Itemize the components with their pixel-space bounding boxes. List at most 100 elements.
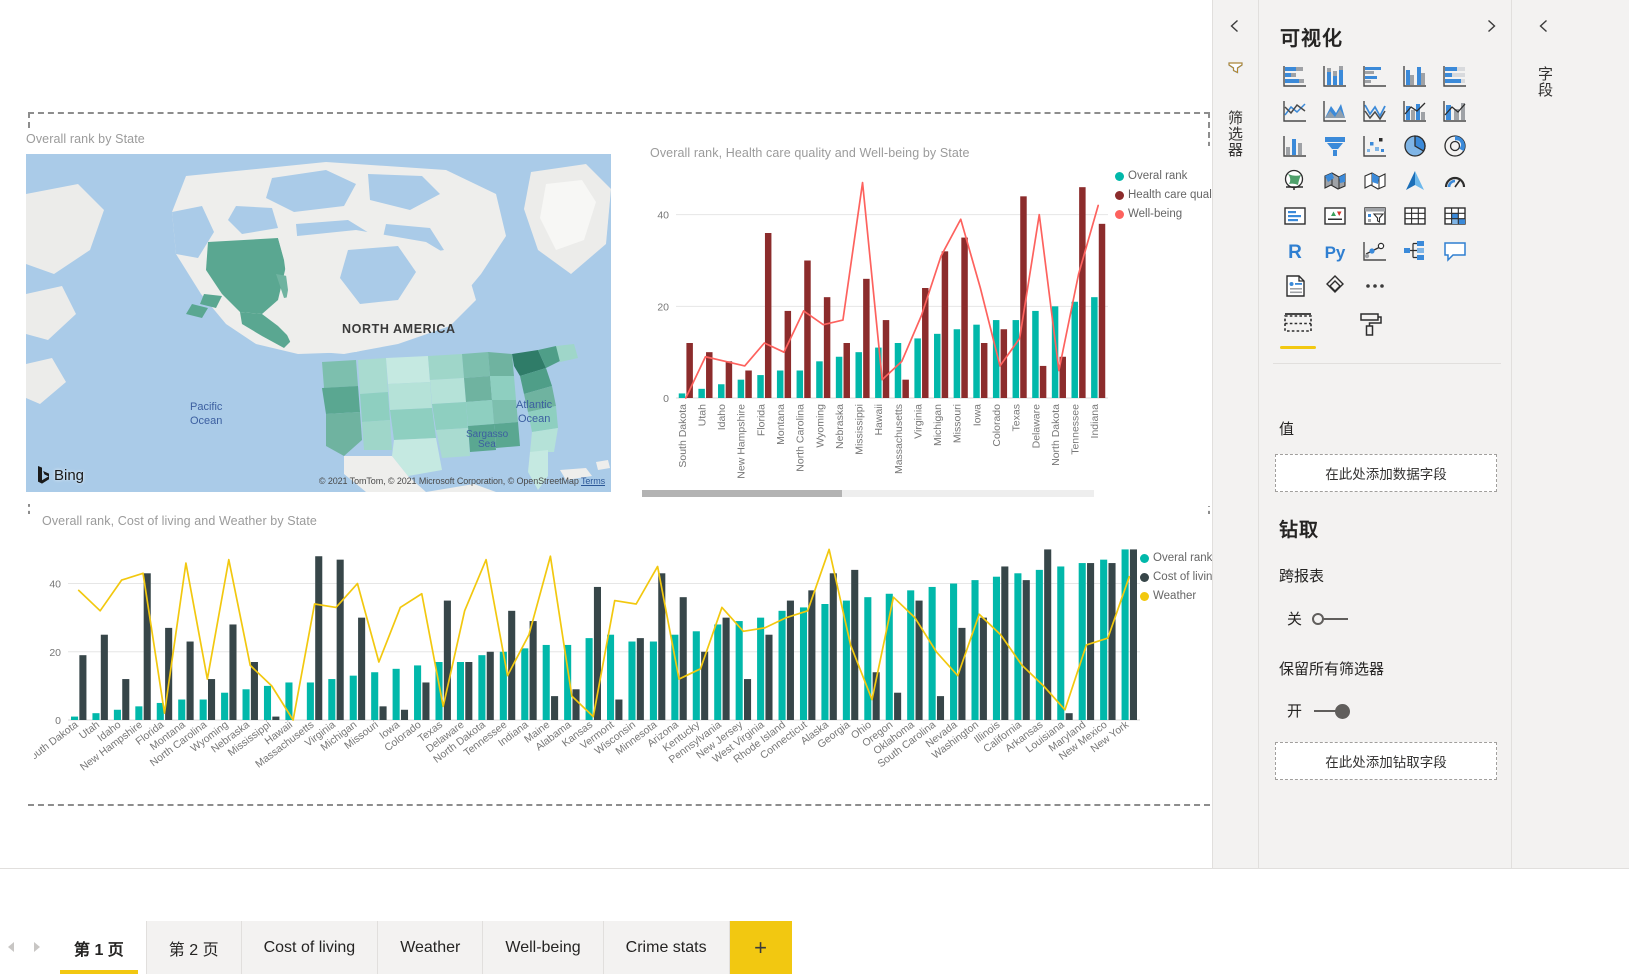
bar	[693, 631, 700, 720]
donut-chart-icon[interactable]	[1441, 132, 1469, 160]
scatter-chart-icon[interactable]	[1361, 132, 1389, 160]
card-icon[interactable]	[1281, 202, 1309, 230]
treemap-icon[interactable]	[1281, 167, 1309, 195]
decomposition-tree-icon[interactable]	[1401, 237, 1429, 265]
viz-pane-tabs[interactable]	[1277, 305, 1391, 345]
powerbi-window: Overall rank by State	[0, 0, 1629, 973]
line-stacked-column-icon[interactable]	[1441, 97, 1469, 125]
drillthrough-dropzone[interactable]: 在此处添加钻取字段	[1275, 742, 1497, 780]
map-visual[interactable]: Overall rank by State	[14, 132, 612, 504]
combo-chart-bottom-plot[interactable]: 02040South DakotaUtahIdahoNew HampshireF…	[34, 532, 1144, 788]
bar	[980, 618, 987, 720]
hundred-percent-stacked-bar-icon[interactable]	[1441, 62, 1469, 90]
funnel-chart-icon[interactable]	[1321, 132, 1349, 160]
legend-item[interactable]: Weather	[1140, 590, 1212, 602]
clustered-column-chart-icon[interactable]	[1401, 62, 1429, 90]
svg-text:Sea: Sea	[478, 439, 496, 450]
bar	[808, 590, 815, 720]
legend-label: Overal rank	[1153, 552, 1212, 564]
page-tab[interactable]: Well-being	[483, 921, 603, 974]
keep-all-filters-toggle[interactable]: 开	[1287, 700, 1350, 721]
key-influencers-icon[interactable]	[1361, 237, 1389, 265]
axis-tick-label: South Dakota	[677, 404, 689, 468]
page-tab[interactable]: 第 2 页	[147, 921, 242, 974]
funnel-icon[interactable]	[1227, 60, 1244, 81]
gauge-chart-icon[interactable]	[1441, 167, 1469, 195]
power-apps-icon[interactable]	[1321, 272, 1349, 300]
combo-chart-top-plot[interactable]: 02040South DakotaUtahIdahoNew HampshireF…	[642, 164, 1112, 494]
bar	[718, 384, 724, 398]
legend-item[interactable]: Overal rank	[1140, 552, 1212, 564]
cross-report-toggle[interactable]: 关	[1287, 608, 1350, 629]
bar	[1014, 573, 1021, 720]
previous-page-button[interactable]	[0, 921, 22, 973]
chart-horizontal-scrollbar[interactable]	[642, 490, 1094, 497]
table-icon[interactable]	[1401, 202, 1429, 230]
visualizations-pane-title: 可视化	[1280, 22, 1343, 51]
stacked-column-chart-icon[interactable]	[1321, 62, 1349, 90]
legend-item[interactable]: Health care quality	[1115, 189, 1212, 201]
stacked-area-chart-icon[interactable]	[1401, 97, 1429, 125]
bing-map[interactable]: NORTH AMERICA Pacific Ocean Atlantic Oce…	[26, 154, 611, 492]
legend-dot-icon	[1115, 191, 1124, 200]
page-tab-bar: 第 1 页第 2 页Cost of livingWeatherWell-bein…	[0, 868, 1629, 973]
arcgis-map-icon[interactable]	[1401, 167, 1429, 195]
next-page-button[interactable]	[26, 921, 48, 973]
page-tab[interactable]: Cost of living	[242, 921, 379, 974]
bar	[1036, 570, 1043, 720]
chevron-left-icon[interactable]	[1227, 18, 1243, 39]
paginated-report-icon[interactable]	[1281, 272, 1309, 300]
map-terms-link[interactable]: Terms	[581, 476, 605, 486]
bar	[243, 689, 250, 720]
page-tabs[interactable]: 第 1 页第 2 页Cost of livingWeatherWell-bein…	[52, 921, 792, 974]
visualization-type-gallery[interactable]: R Py	[1275, 58, 1503, 303]
matrix-icon[interactable]	[1441, 202, 1469, 230]
combo-chart-top-legend: Overal rank Health care quality Well-bei…	[1115, 170, 1212, 227]
bar	[934, 334, 940, 398]
page-tab[interactable]: Weather	[378, 921, 483, 974]
r-script-icon[interactable]: R	[1281, 237, 1309, 265]
toggle-switch-on[interactable]	[1312, 703, 1350, 719]
pie-chart-icon[interactable]	[1401, 132, 1429, 160]
legend-label: Weather	[1153, 590, 1196, 602]
fields-tab[interactable]	[1277, 305, 1319, 345]
toggle-switch-off[interactable]	[1312, 611, 1350, 627]
bar	[886, 594, 893, 720]
line-chart-icon[interactable]	[1321, 97, 1349, 125]
legend-item[interactable]: Overal rank	[1115, 170, 1212, 182]
filters-pane-collapsed[interactable]: 筛选器	[1212, 0, 1258, 868]
values-dropzone[interactable]: 在此处添加数据字段	[1275, 454, 1497, 492]
bar	[723, 618, 730, 720]
combo-chart-top[interactable]: Overall rank, Health care quality and We…	[620, 146, 1212, 506]
add-page-button[interactable]: +	[730, 921, 792, 974]
line-clustered-column-icon[interactable]	[1281, 132, 1309, 160]
bar	[844, 343, 850, 398]
triangle-right-icon	[32, 941, 42, 953]
kpi-icon[interactable]	[1321, 202, 1349, 230]
bar	[1122, 549, 1129, 720]
stacked-bar-chart-icon[interactable]	[1281, 62, 1309, 90]
svg-text:20: 20	[657, 301, 669, 313]
combo-chart-bottom[interactable]: Overall rank, Cost of living and Weather…	[14, 514, 1210, 804]
legend-item[interactable]: Well-being	[1115, 208, 1212, 220]
axis-tick-label: Colorado	[991, 404, 1003, 447]
legend-item[interactable]: Cost of living	[1140, 571, 1212, 583]
python-script-icon[interactable]: Py	[1321, 237, 1349, 265]
clustered-bar-chart-icon[interactable]	[1361, 62, 1389, 90]
filled-map-icon[interactable]	[1361, 167, 1389, 195]
smart-narrative-icon[interactable]	[1441, 237, 1469, 265]
page-tab[interactable]: Crime stats	[604, 921, 730, 974]
chevron-left-icon[interactable]	[1536, 18, 1552, 39]
more-options-icon[interactable]	[1361, 272, 1389, 300]
scrollbar-thumb[interactable]	[642, 490, 842, 497]
fields-pane-collapsed[interactable]: 字段	[1511, 0, 1629, 868]
page-tab[interactable]: 第 1 页	[52, 921, 147, 974]
slicer-icon[interactable]	[1361, 202, 1389, 230]
hundred-percent-stacked-column-icon[interactable]	[1281, 97, 1309, 125]
bar	[680, 597, 687, 720]
map-icon[interactable]	[1321, 167, 1349, 195]
chevron-right-icon[interactable]	[1483, 18, 1499, 39]
report-page-canvas[interactable]: Overall rank by State	[28, 112, 1210, 806]
format-tab[interactable]	[1349, 305, 1391, 345]
area-chart-icon[interactable]	[1361, 97, 1389, 125]
